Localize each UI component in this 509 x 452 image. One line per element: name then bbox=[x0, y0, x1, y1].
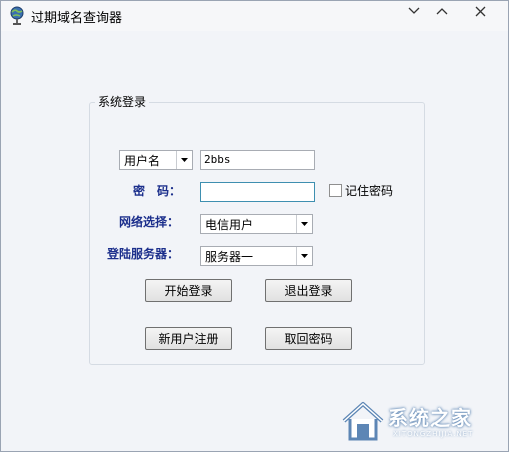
start-login-button[interactable]: 开始登录 bbox=[145, 279, 232, 302]
account-type-select[interactable]: 用户名 bbox=[119, 150, 193, 170]
window-title: 过期域名查询器 bbox=[31, 11, 123, 26]
password-label: 密 码： bbox=[133, 184, 182, 198]
minimize-button[interactable] bbox=[402, 3, 426, 19]
house-logo-icon bbox=[342, 402, 384, 441]
watermark-sub-text: XITONGZHIJIA.NET bbox=[393, 430, 474, 438]
close-button[interactable] bbox=[468, 3, 492, 19]
maximize-button[interactable] bbox=[430, 3, 454, 19]
retrieve-password-button[interactable]: 取回密码 bbox=[265, 327, 352, 350]
watermark: 系统之家 XITONGZHIJIA.NET bbox=[336, 398, 506, 446]
account-type-value: 用户名 bbox=[124, 153, 161, 168]
close-icon bbox=[475, 6, 485, 16]
password-input[interactable] bbox=[200, 182, 315, 202]
chevron-up-icon bbox=[436, 8, 448, 15]
server-select[interactable]: 服务器一 bbox=[200, 246, 313, 266]
network-value: 电信用户 bbox=[205, 217, 254, 232]
network-label: 网络选择： bbox=[119, 215, 180, 229]
chevron-down-icon bbox=[408, 7, 420, 14]
dropdown-arrow-icon[interactable] bbox=[296, 247, 312, 265]
globe-app-icon bbox=[8, 6, 26, 26]
logout-button[interactable]: 退出登录 bbox=[265, 279, 352, 302]
dropdown-arrow-icon[interactable] bbox=[176, 151, 192, 169]
server-label: 登陆服务器： bbox=[107, 247, 180, 261]
server-value: 服务器一 bbox=[205, 249, 254, 264]
remember-password-label[interactable]: 记住密码 bbox=[345, 182, 393, 199]
dropdown-arrow-icon[interactable] bbox=[296, 215, 312, 233]
username-input[interactable]: 2bbs bbox=[200, 150, 315, 170]
register-button[interactable]: 新用户注册 bbox=[145, 327, 232, 350]
network-select[interactable]: 电信用户 bbox=[200, 214, 313, 234]
groupbox-title: 系统登录 bbox=[95, 93, 150, 110]
watermark-main-text: 系统之家 bbox=[388, 406, 472, 430]
remember-password-checkbox[interactable] bbox=[329, 184, 342, 197]
title-bar[interactable]: 过期域名查询器 bbox=[1, 1, 508, 31]
